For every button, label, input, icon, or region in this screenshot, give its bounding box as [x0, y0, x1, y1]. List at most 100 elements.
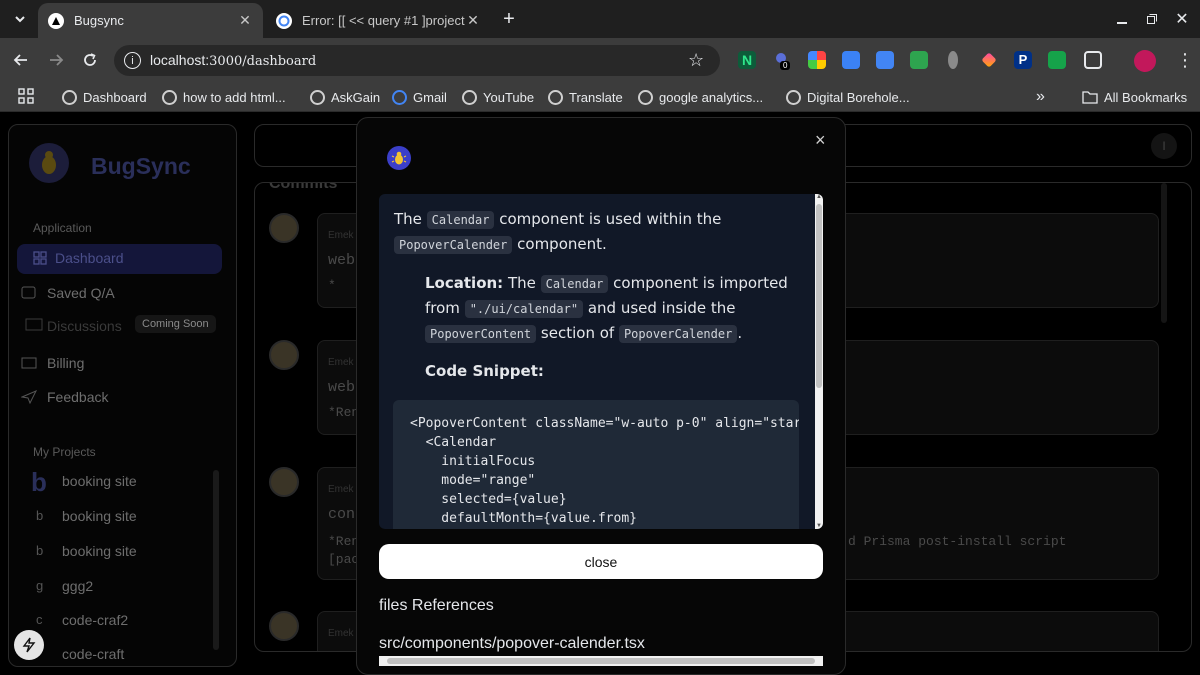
explanation-scrollbar[interactable]: ▲ ▼ [815, 194, 823, 529]
globe-icon [638, 89, 653, 105]
bugsync-favicon-icon [48, 12, 64, 29]
forward-icon[interactable] [42, 46, 70, 74]
extensions-puzzle-icon[interactable] [1084, 51, 1102, 69]
project-initial: b [36, 543, 44, 558]
project-item[interactable]: ggg2 [62, 578, 93, 594]
monitor-icon [25, 318, 43, 331]
more-bookmarks-chevron[interactable]: » [1036, 87, 1045, 107]
back-icon[interactable] [7, 46, 35, 74]
explanation-content: The Calendar component is used within th… [379, 194, 823, 529]
avatar [269, 467, 299, 497]
files-scrollbar[interactable] [379, 656, 823, 666]
extension-dot-icon[interactable] [948, 51, 958, 69]
extension-n-icon[interactable]: N [738, 51, 756, 69]
bookmark-gmail[interactable]: Gmail [392, 87, 447, 107]
inline-code: "./ui/calendar" [464, 300, 584, 318]
code-text: <PopoverContent className="w-auto p-0" a… [410, 416, 799, 526]
extension-badge: 0 [780, 61, 791, 70]
bookmark-dashboard[interactable]: Dashboard [62, 87, 147, 107]
saved-icon [21, 286, 36, 299]
nav-billing[interactable]: Billing [21, 355, 84, 371]
sidebar-scrollbar[interactable] [213, 470, 219, 650]
profile-avatar[interactable] [1134, 50, 1156, 72]
project-item[interactable]: booking site [62, 473, 137, 489]
lightning-icon [22, 637, 36, 653]
bookmark-youtube[interactable]: YouTube [462, 87, 534, 107]
new-tab-icon[interactable]: + [495, 5, 523, 33]
tab-search-icon[interactable] [6, 5, 34, 33]
extension-camera-icon[interactable] [842, 51, 860, 69]
url-text: localhost:3000/dashboard [150, 52, 317, 69]
inline-code: PopoverCalender [394, 236, 513, 254]
extension-color-icon[interactable] [808, 51, 826, 69]
section-application: Application [33, 221, 92, 235]
quick-action-button[interactable] [14, 630, 44, 660]
main-scrollbar[interactable] [1161, 183, 1167, 323]
scrollbar-thumb[interactable] [816, 204, 822, 388]
project-item[interactable]: code-craft [62, 646, 124, 662]
scrollbar-thumb[interactable] [387, 658, 815, 664]
address-bar[interactable]: i localhost:3000/dashboard ☆ [114, 45, 720, 76]
bookmark-star-icon[interactable]: ☆ [688, 50, 704, 71]
site-info-icon[interactable]: i [124, 52, 141, 69]
user-avatar[interactable]: I [1151, 133, 1177, 159]
nav-saved-qa[interactable]: Saved Q/A [21, 285, 115, 301]
scroll-down-icon[interactable]: ▼ [816, 523, 822, 529]
close-window-icon[interactable]: ✕ [1168, 5, 1196, 33]
files-references-heading: files References [379, 597, 494, 614]
restore-icon[interactable] [1138, 5, 1166, 33]
folder-icon [1082, 91, 1098, 104]
tab-error[interactable]: Error: [[ << query #1 ]project ✕ [266, 3, 491, 38]
dashboard-icon [33, 251, 47, 265]
apps-grid-icon[interactable] [18, 88, 34, 109]
all-bookmarks-folder[interactable]: All Bookmarks [1082, 87, 1187, 107]
tab-bugsync[interactable]: Bugsync ✕ [38, 3, 263, 38]
bookmark-analytics[interactable]: google analytics... [638, 87, 763, 107]
nav-dashboard[interactable]: Dashboard [33, 250, 124, 266]
scroll-up-icon[interactable]: ▲ [816, 194, 822, 200]
tab-title: Bugsync [74, 13, 124, 28]
bugsync-logo-icon [29, 143, 69, 183]
bookmark-html[interactable]: how to add html... [162, 87, 286, 107]
bookmark-askgain[interactable]: AskGain [310, 87, 380, 107]
inline-code: PopoverContent [425, 325, 537, 343]
send-icon [21, 390, 37, 404]
commits-title: Commits [269, 182, 338, 192]
avatar [269, 611, 299, 641]
google-favicon-icon [276, 12, 292, 29]
avatar [269, 213, 299, 243]
globe-icon [548, 89, 563, 105]
extension-translate-icon[interactable] [876, 51, 894, 69]
tab-strip: Bugsync ✕ Error: [[ << query #1 ]project… [0, 0, 1200, 38]
project-initial: b [31, 467, 47, 497]
bookmark-borehole[interactable]: Digital Borehole... [786, 87, 910, 107]
file-reference-link[interactable]: src/components/popover-calender.tsx [379, 635, 645, 653]
extension-puzzle-icon[interactable]: 0 [772, 51, 791, 70]
project-item[interactable]: booking site [62, 543, 137, 559]
paypal-extension-icon[interactable]: P [1014, 51, 1032, 69]
extension-mail-icon[interactable] [910, 51, 928, 69]
close-tab-icon[interactable]: ✕ [465, 12, 481, 29]
extension-plus-icon[interactable] [1048, 51, 1066, 69]
minimize-icon[interactable] [1108, 5, 1136, 33]
billing-icon [21, 357, 37, 369]
project-initial: c [36, 612, 43, 627]
close-tab-icon[interactable]: ✕ [237, 12, 253, 29]
nav-feedback[interactable]: Feedback [21, 389, 108, 405]
close-modal-icon[interactable]: × [815, 130, 826, 151]
code-block: <PopoverContent className="w-auto p-0" a… [393, 400, 799, 529]
bookmark-translate[interactable]: Translate [548, 87, 623, 107]
inline-code: Calendar [426, 211, 495, 229]
inline-code: PopoverCalender [618, 325, 738, 343]
brand-name: BugSync [91, 153, 191, 179]
menu-kebab-icon[interactable]: ⋮ [1176, 50, 1194, 71]
close-button[interactable]: close [379, 544, 823, 579]
project-item[interactable]: booking site [62, 508, 137, 524]
section-projects: My Projects [33, 445, 96, 459]
globe-icon [462, 89, 477, 105]
globe-icon [62, 89, 77, 105]
project-initial: b [36, 508, 44, 523]
reload-icon[interactable] [76, 46, 104, 74]
globe-icon [162, 89, 177, 105]
project-item[interactable]: code-craf2 [62, 612, 128, 628]
